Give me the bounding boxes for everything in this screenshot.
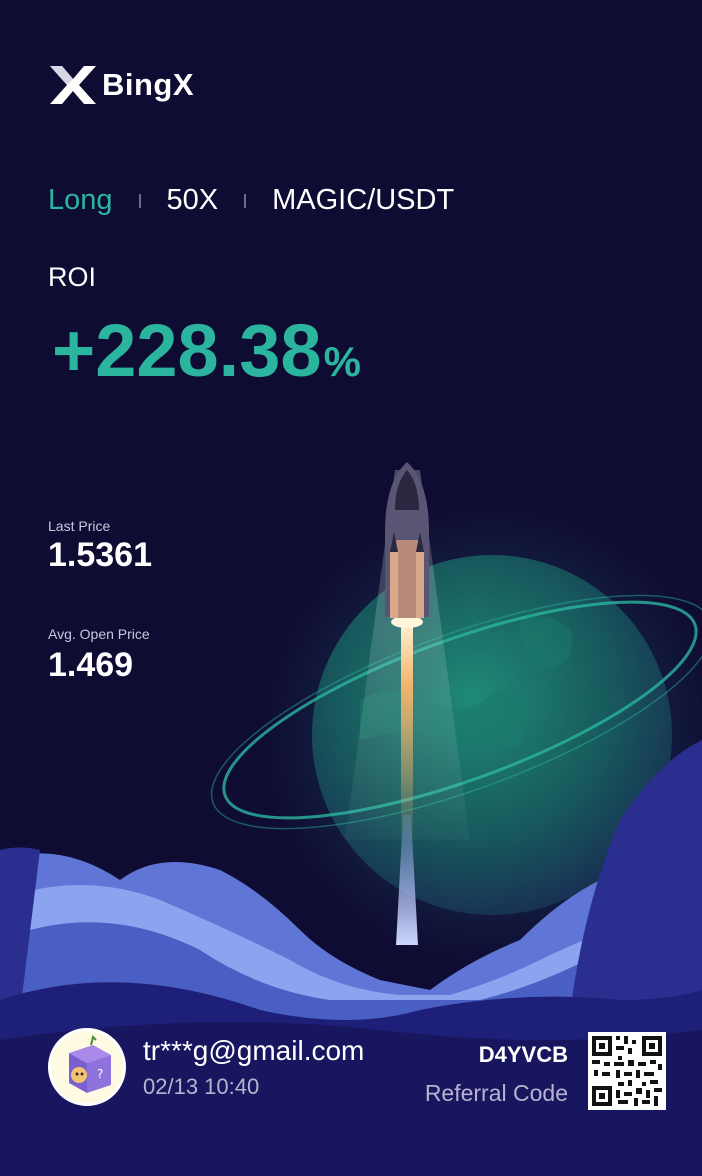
last-price-label: Last Price	[48, 518, 111, 534]
position-side: Long	[48, 184, 113, 216]
user-email: tr***g@gmail.com	[143, 1035, 365, 1066]
bingx-logo-icon	[50, 66, 96, 104]
share-timestamp: 02/13 10:40	[143, 1074, 260, 1099]
rocket	[385, 462, 429, 618]
svg-text:?: ?	[97, 1067, 103, 1081]
roi-label: ROI	[48, 262, 97, 292]
referral-code-label: Referral Code	[424, 1080, 568, 1106]
trading-pair: MAGIC/USDT	[272, 184, 455, 216]
meta-divider	[138, 193, 141, 208]
leverage: 50X	[166, 184, 219, 216]
roi-number: +228.38	[52, 309, 322, 392]
qr-code[interactable]	[588, 1032, 666, 1110]
qr-code-icon	[588, 1032, 666, 1110]
avg-open-price-value: 1.469	[48, 646, 134, 684]
rocket-scene-illustration	[0, 462, 702, 1176]
last-price-value: 1.5361	[48, 536, 152, 574]
avatar-cube-icon: ?	[51, 1031, 123, 1103]
roi-unit: %	[323, 338, 361, 385]
referral-code: D4YVCB	[478, 1042, 568, 1067]
roi-value: +228.38%	[52, 308, 361, 393]
brand-name: BingX	[102, 67, 195, 102]
bingx-logo: BingX	[48, 64, 194, 106]
avg-open-price-label: Avg. Open Price	[48, 626, 150, 642]
avatar: ?	[48, 1028, 126, 1106]
position-meta: Long 50X MAGIC/USDT	[48, 184, 454, 217]
meta-divider	[244, 193, 247, 208]
